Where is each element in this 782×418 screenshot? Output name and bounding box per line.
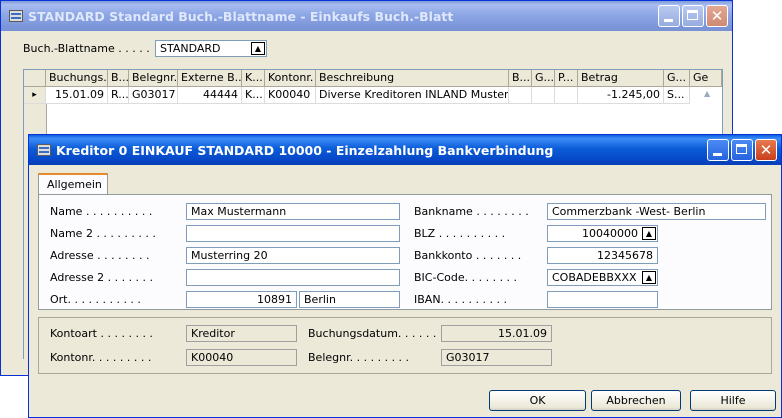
address2-field[interactable] xyxy=(186,269,400,286)
account-type-label: Kontoart . . . . . . . . xyxy=(50,327,153,340)
footer-group: Kontoart . . . . . . . . Kreditor Konton… xyxy=(38,317,772,374)
maximize-icon xyxy=(736,144,747,154)
col-header[interactable]: Ge xyxy=(690,70,722,87)
cancel-button[interactable]: Abbrechen xyxy=(591,390,681,411)
form-icon xyxy=(9,10,23,22)
maximize-button[interactable] xyxy=(682,5,704,27)
tab-allgemein[interactable]: Allgemein xyxy=(38,173,108,195)
name2-field[interactable] xyxy=(186,225,400,242)
cell-account-type[interactable]: K... xyxy=(242,87,265,104)
maximize-icon xyxy=(687,10,698,20)
col-header[interactable]: Buchungs... xyxy=(46,70,108,87)
iban-field[interactable] xyxy=(547,291,658,308)
name-label: Name . . . . . . . . . . xyxy=(50,205,153,218)
lookup-arrow-icon[interactable]: ▲ xyxy=(642,271,656,284)
col-header[interactable]: K... xyxy=(242,70,265,87)
address2-label: Adresse 2 . . . . . . . xyxy=(50,271,154,284)
row-selector[interactable]: ▸ xyxy=(24,87,46,104)
col-header[interactable]: B... xyxy=(509,70,532,87)
col-header[interactable]: G... xyxy=(532,70,555,87)
bank-name-field[interactable]: Commerzbank -West- Berlin xyxy=(547,203,766,220)
cell-description[interactable]: Diverse Kreditoren INLAND Musterm... xyxy=(316,87,509,104)
cell-gen[interactable]: S... xyxy=(664,87,690,104)
doc-no-field: G03017 xyxy=(441,349,552,366)
cell-ext-doc-no[interactable]: 44444 xyxy=(178,87,242,104)
blz-field[interactable]: 10040000 ▲ xyxy=(547,225,658,242)
lookup-arrow-icon[interactable]: ▲ xyxy=(251,42,265,55)
post-code-field[interactable]: 10891 xyxy=(186,291,297,308)
bic-field[interactable]: COBADEBBXXX ▲ xyxy=(547,269,658,286)
bic-label: BIC-Code. . . . . . . . xyxy=(414,271,518,284)
journal-title: STANDARD Standard Buch.-Blattname - Eink… xyxy=(28,8,454,24)
posting-date-label: Buchungsdatum. . . . . . xyxy=(308,327,437,340)
cell-posting-date[interactable]: 15.01.09 xyxy=(46,87,108,104)
cell-doc-no[interactable]: G03017 xyxy=(129,87,178,104)
name2-label: Name 2 . . . . . . . . . xyxy=(50,227,156,240)
scroll-up-arrow-icon[interactable]: ▲ xyxy=(704,89,710,98)
cell-empty[interactable] xyxy=(532,87,555,104)
close-button[interactable]: ✕ xyxy=(706,5,728,27)
journal-titlebar[interactable]: STANDARD Standard Buch.-Blattname - Eink… xyxy=(1,1,732,31)
name-field[interactable]: Max Mustermann xyxy=(186,203,400,220)
cell-empty[interactable] xyxy=(555,87,578,104)
blz-value: 10040000 xyxy=(582,227,638,240)
batch-name-input[interactable]: STANDARD ▲ xyxy=(155,40,267,57)
help-button[interactable]: Hilfe xyxy=(690,390,776,411)
bank-account-label: Bankkonto . . . . . . . xyxy=(414,249,522,262)
col-header[interactable]: Externe B... xyxy=(178,70,242,87)
cell-amount[interactable]: -1.245,00 xyxy=(578,87,664,104)
bank-dialog-title: Kreditor 0 EINKAUF STANDARD 10000 - Einz… xyxy=(56,142,554,158)
col-header[interactable]: P... xyxy=(555,70,578,87)
close-icon: ✕ xyxy=(710,7,724,25)
city-field[interactable]: Berlin xyxy=(299,291,400,308)
account-no-field: K00040 xyxy=(186,349,297,366)
col-header[interactable]: Beschreibung xyxy=(316,70,509,87)
account-no-label: Kontonr. . . . . . . . . xyxy=(50,351,152,364)
doc-no-label: Belegnr. . . . . . . . . xyxy=(308,351,410,364)
close-icon: ✕ xyxy=(759,141,773,159)
minimize-icon xyxy=(664,19,673,22)
col-header[interactable]: Belegnr. xyxy=(129,70,178,87)
form-icon xyxy=(37,144,51,156)
address-label: Adresse . . . . . . . . xyxy=(50,249,150,262)
col-header[interactable]: B... xyxy=(108,70,129,87)
bank-dialog: Kreditor 0 EINKAUF STANDARD 10000 - Einz… xyxy=(28,134,782,418)
maximize-button[interactable] xyxy=(731,139,753,161)
account-type-field: Kreditor xyxy=(186,325,297,342)
tab-panel-allgemein: Name . . . . . . . . . . Max Mustermann … xyxy=(38,194,772,310)
bic-value: COBADEBBXXX xyxy=(552,271,637,284)
minimize-button[interactable] xyxy=(707,139,729,161)
lookup-arrow-icon[interactable]: ▲ xyxy=(642,227,656,240)
address-field[interactable]: Musterring 20 xyxy=(186,247,400,264)
city-label: Ort. . . . . . . . . . . xyxy=(50,293,141,306)
col-header[interactable]: G... xyxy=(664,70,690,87)
blz-label: BLZ . . . . . . . . . . xyxy=(414,227,506,240)
row-header-corner xyxy=(24,70,46,87)
minimize-icon xyxy=(713,153,722,156)
tab-allgemein-label: Allgemein xyxy=(47,178,102,191)
batch-name-value: STANDARD xyxy=(160,42,221,55)
minimize-button[interactable] xyxy=(658,5,680,27)
cell-account-no[interactable]: K00040 xyxy=(265,87,316,104)
cell-empty[interactable] xyxy=(509,87,532,104)
posting-date-field: 15.01.09 xyxy=(441,325,552,342)
ok-button[interactable]: OK xyxy=(489,390,586,411)
bank-dialog-titlebar[interactable]: Kreditor 0 EINKAUF STANDARD 10000 - Einz… xyxy=(29,135,781,165)
bank-name-label: Bankname . . . . . . . . xyxy=(414,205,529,218)
batch-name-label: Buch.-Blattname . . . . . xyxy=(23,42,150,55)
cell-doc-type[interactable]: R... xyxy=(108,87,129,104)
col-header[interactable]: Kontonr. xyxy=(265,70,316,87)
iban-label: IBAN. . . . . . . . . . xyxy=(414,293,507,306)
close-button[interactable]: ✕ xyxy=(755,139,777,161)
col-header[interactable]: Betrag xyxy=(578,70,664,87)
bank-account-field[interactable]: 12345678 xyxy=(547,247,658,264)
